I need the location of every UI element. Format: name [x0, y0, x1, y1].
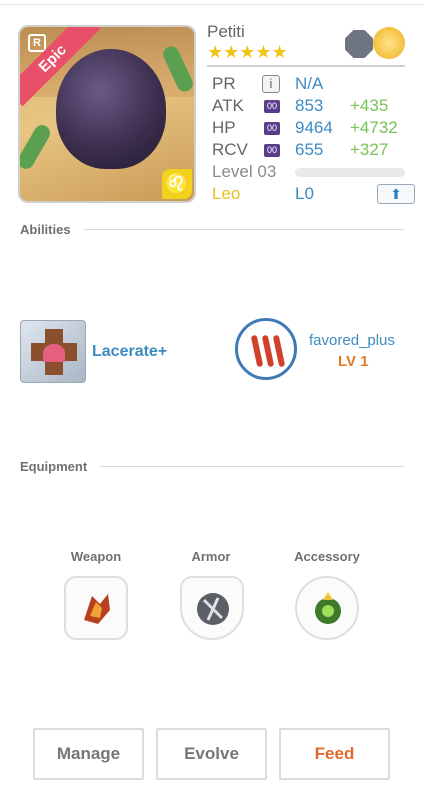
header-divider	[207, 65, 405, 67]
monster-portrait[interactable]: R Epic ♌	[18, 25, 196, 203]
weapon-icon	[84, 594, 110, 624]
claw-icon[interactable]	[235, 318, 297, 380]
level-label: Level 03	[212, 162, 277, 181]
stat-value: 9464	[295, 118, 333, 137]
feed-button[interactable]: Feed	[279, 728, 390, 780]
stat-label: RCV	[212, 140, 248, 159]
stat-row-hp: HP 00 9464 +4732	[212, 118, 408, 140]
stat-row-atk: ATK 00 853 +435	[212, 96, 408, 118]
monster-art	[56, 49, 166, 169]
star-rating: ★★★★★	[207, 42, 288, 62]
stat-label: PR	[212, 74, 236, 93]
accessory-icon	[315, 592, 341, 624]
evolve-button[interactable]: Evolve	[156, 728, 267, 780]
stat-row-level: Level 03	[212, 162, 408, 184]
stat-value: N/A	[295, 74, 324, 93]
weapon-label: Weapon	[70, 549, 122, 564]
lacerate-icon[interactable]	[20, 320, 86, 383]
stat-bonus: +4732	[350, 118, 398, 137]
abilities-divider	[84, 229, 404, 230]
armor-icon	[197, 593, 229, 625]
top-divider	[0, 4, 423, 5]
equipment-heading: Equipment	[20, 459, 88, 474]
stat-label: HP	[212, 118, 236, 137]
armor-label: Armor	[191, 549, 231, 564]
evo-flower-icon	[373, 27, 405, 59]
evo-stone-icon	[345, 30, 373, 58]
active-skill-name[interactable]: Lacerate+	[92, 343, 167, 361]
monster-name: Petiti	[207, 22, 245, 41]
plus-badge: 00	[264, 100, 280, 113]
claw-mark	[250, 334, 264, 368]
stat-value: 853	[295, 96, 324, 115]
evolution-materials[interactable]	[345, 27, 405, 59]
zodiac-label: Leo	[212, 184, 241, 203]
plus-badge: 00	[264, 122, 280, 135]
leo-zodiac-icon: ♌	[162, 169, 192, 199]
plus-badge: 00	[264, 144, 280, 157]
stat-row-rcv: RCV 00 655 +327	[212, 140, 408, 162]
r-badge-icon: R	[28, 34, 46, 52]
stat-label: ATK	[212, 96, 244, 115]
armor-slot[interactable]	[180, 576, 244, 640]
stat-bonus: +435	[350, 96, 389, 115]
upgrade-arrow-icon[interactable]: ⬆	[377, 184, 415, 204]
stat-bonus: +327	[350, 140, 389, 159]
lacerate-heart	[43, 344, 65, 362]
zodiac-level: L0	[295, 184, 314, 203]
claw-mark	[272, 334, 286, 368]
stat-row-zodiac: Leo L0 ⬆	[212, 184, 415, 206]
claw-mark	[261, 334, 275, 368]
leader-skill-level: LV 1	[338, 353, 369, 370]
leader-skill-name[interactable]: favored_plus	[309, 332, 395, 349]
abilities-heading: Abilities	[20, 222, 71, 237]
accessory-label: Accessory	[294, 549, 360, 564]
equipment-divider	[100, 466, 404, 467]
accessory-slot[interactable]	[295, 576, 359, 640]
stat-value: 655	[295, 140, 324, 159]
stat-row-pr: PR i N/A	[212, 74, 408, 96]
xp-bar	[295, 168, 405, 177]
info-icon[interactable]: i	[262, 75, 280, 93]
weapon-slot[interactable]	[64, 576, 128, 640]
manage-button[interactable]: Manage	[33, 728, 144, 780]
portrait-leaf	[20, 122, 53, 172]
